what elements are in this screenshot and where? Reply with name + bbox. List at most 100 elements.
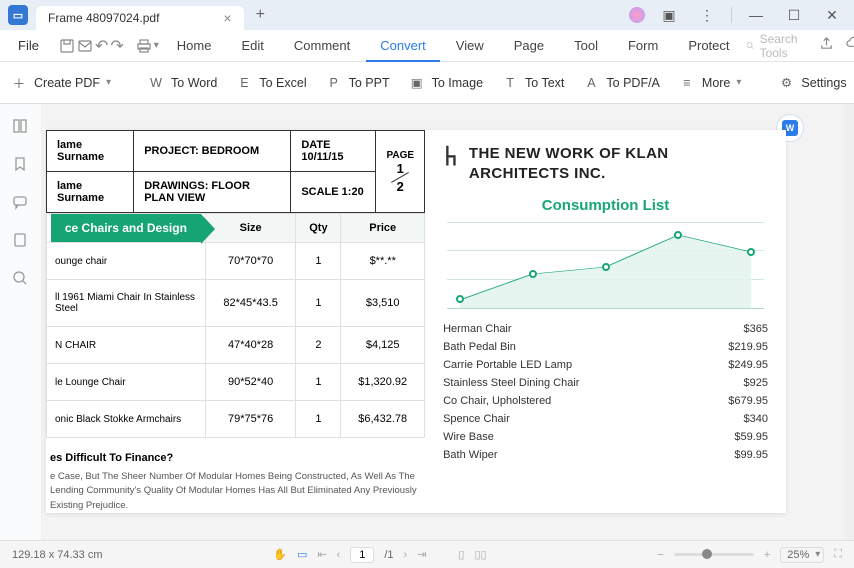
first-page-button[interactable]: ⇤ <box>317 548 326 561</box>
page-total: /1 <box>384 549 393 561</box>
paragraph-title: es Difficult To Finance? <box>50 452 421 464</box>
main-area: ▸ W lame Surname PROJECT: BEDROOM DATE 1… <box>0 104 854 540</box>
convert-toolbar: ＋ Create PDF▾ WTo Word ETo Excel PTo PPT… <box>0 62 854 104</box>
create-pdf-button[interactable]: ＋ Create PDF▾ <box>10 74 111 92</box>
kebab-icon[interactable]: ⋮ <box>693 1 721 29</box>
menu-convert[interactable]: Convert <box>366 30 440 62</box>
undo-icon[interactable]: ↶ <box>95 37 108 55</box>
menu-view[interactable]: View <box>442 38 498 53</box>
list-item: Bath Pedal Bin$219.95 <box>443 338 768 356</box>
list-item: Carrie Portable LED Lamp$249.95 <box>443 356 768 374</box>
table-row: ll 1961 Miami Chair In Stainless Steel82… <box>47 280 425 327</box>
fit-page-icon[interactable]: ⛶ <box>834 548 842 561</box>
menu-home[interactable]: Home <box>163 38 226 53</box>
thumbnails-icon[interactable] <box>12 118 30 136</box>
left-sidebar <box>0 104 42 540</box>
excel-icon: E <box>235 74 253 92</box>
scrollbar[interactable] <box>844 104 854 540</box>
menu-icon: ≡ <box>678 74 696 92</box>
paragraph-text: e Case, But The Sheer Number Of Modular … <box>50 470 421 513</box>
tab-title: Frame 48097024.pdf <box>48 11 159 25</box>
menu-page[interactable]: Page <box>500 38 558 53</box>
single-page-icon[interactable]: ▯ <box>458 548 464 561</box>
hand-tool-icon[interactable]: ✋ <box>273 548 287 561</box>
pdfa-icon: A <box>582 74 600 92</box>
app-icon: ▭ <box>8 5 28 25</box>
consumption-chart <box>447 222 764 308</box>
to-pdfa-button[interactable]: ATo PDF/A <box>582 74 660 92</box>
next-page-button[interactable]: › <box>404 549 408 561</box>
to-text-button[interactable]: TTo Text <box>501 74 564 92</box>
search-panel-icon[interactable] <box>12 270 30 288</box>
file-menu[interactable]: File <box>10 38 47 53</box>
table-row: N CHAIR47*40*282$4,125 <box>47 327 425 364</box>
zoom-in-button[interactable]: + <box>764 549 770 561</box>
pdf-page: lame Surname PROJECT: BEDROOM DATE 10/11… <box>46 130 786 513</box>
two-page-icon[interactable]: ▯▯ <box>474 548 486 561</box>
chair-icon <box>443 144 459 168</box>
close-tab-icon[interactable]: × <box>223 10 231 26</box>
consumption-title: Consumption List <box>443 197 768 214</box>
list-item: Wire Base$59.95 <box>443 428 768 446</box>
close-window-button[interactable]: ✕ <box>818 1 846 29</box>
list-item: Herman Chair$365 <box>443 320 768 338</box>
ai-icon[interactable] <box>629 7 645 23</box>
search-icon <box>746 39 754 52</box>
save-icon[interactable] <box>59 37 75 55</box>
statusbar: 129.18 x 74.33 cm ✋ ▭ ⇤ ‹ /1 › ⇥ ▯ ▯▯ − … <box>0 540 854 568</box>
menubar: File ↶ ↷ ▾ Home Edit Comment Convert Vie… <box>0 30 854 62</box>
bookmark-icon[interactable] <box>12 156 30 174</box>
menu-tool[interactable]: Tool <box>560 38 612 53</box>
consumption-list: Herman Chair$365 Bath Pedal Bin$219.95 C… <box>443 320 768 464</box>
zoom-select[interactable]: 25% ▾ <box>780 547 824 563</box>
section-banner: ce Chairs and Design <box>51 214 201 242</box>
list-item: Spence Chair$340 <box>443 410 768 428</box>
mail-icon[interactable] <box>77 37 93 55</box>
menu-comment[interactable]: Comment <box>280 38 364 53</box>
menu-form[interactable]: Form <box>614 38 672 53</box>
ppt-icon: P <box>325 74 343 92</box>
print-icon[interactable] <box>136 37 152 55</box>
menu-edit[interactable]: Edit <box>227 38 277 53</box>
add-tab-button[interactable]: + <box>256 6 265 24</box>
header-table: lame Surname PROJECT: BEDROOM DATE 10/11… <box>46 130 425 213</box>
minimize-button[interactable]: — <box>742 1 770 29</box>
text-icon: T <box>501 74 519 92</box>
to-image-button[interactable]: ▣To Image <box>408 74 483 92</box>
prev-page-button[interactable]: ‹ <box>337 549 341 561</box>
share-icon[interactable] <box>819 36 834 56</box>
table-row: le Lounge Chair90*52*401$1,320.92 <box>47 364 425 401</box>
redo-icon[interactable]: ↷ <box>110 37 123 55</box>
brand-header: THE NEW WORK OF KLAN ARCHITECTS INC. <box>443 144 768 183</box>
gear-icon: ⚙ <box>777 74 795 92</box>
product-table: ce Chairs and Design Size Qty Price oung… <box>46 213 425 438</box>
list-item: Co Chair, Upholstered$679.95 <box>443 392 768 410</box>
cloud-icon[interactable] <box>846 36 854 56</box>
document-viewport[interactable]: W lame Surname PROJECT: BEDROOM DATE 10/… <box>42 104 844 540</box>
attachment-icon[interactable] <box>12 232 30 250</box>
list-item: Bath Wiper$99.95 <box>443 446 768 464</box>
last-page-button[interactable]: ⇥ <box>417 548 426 561</box>
to-excel-button[interactable]: ETo Excel <box>235 74 306 92</box>
search-tools[interactable]: Search Tools <box>746 32 803 60</box>
settings-button[interactable]: ⚙Settings <box>777 74 846 92</box>
select-tool-icon[interactable]: ▭ <box>297 548 307 561</box>
extension-icon[interactable]: ▣ <box>655 1 683 29</box>
page-dimensions: 129.18 x 74.33 cm <box>12 549 103 561</box>
zoom-out-button[interactable]: − <box>657 549 663 561</box>
comment-icon[interactable] <box>12 194 30 212</box>
to-word-button[interactable]: WTo Word <box>147 74 217 92</box>
list-item: Stainless Steel Dining Chair$925 <box>443 374 768 392</box>
zoom-slider[interactable] <box>674 553 754 556</box>
maximize-button[interactable]: ☐ <box>780 1 808 29</box>
image-icon: ▣ <box>408 74 426 92</box>
more-button[interactable]: ≡More▾ <box>678 74 742 92</box>
menu-protect[interactable]: Protect <box>674 38 743 53</box>
plus-icon: ＋ <box>10 74 28 92</box>
page-input[interactable] <box>350 547 374 563</box>
table-row: ounge chair70*70*701$**.** <box>47 243 425 280</box>
document-tab[interactable]: Frame 48097024.pdf × <box>36 6 244 30</box>
word-icon: W <box>147 74 165 92</box>
to-ppt-button[interactable]: PTo PPT <box>325 74 390 92</box>
titlebar: ▭ Frame 48097024.pdf × + ▣ ⋮ — ☐ ✕ <box>0 0 854 30</box>
